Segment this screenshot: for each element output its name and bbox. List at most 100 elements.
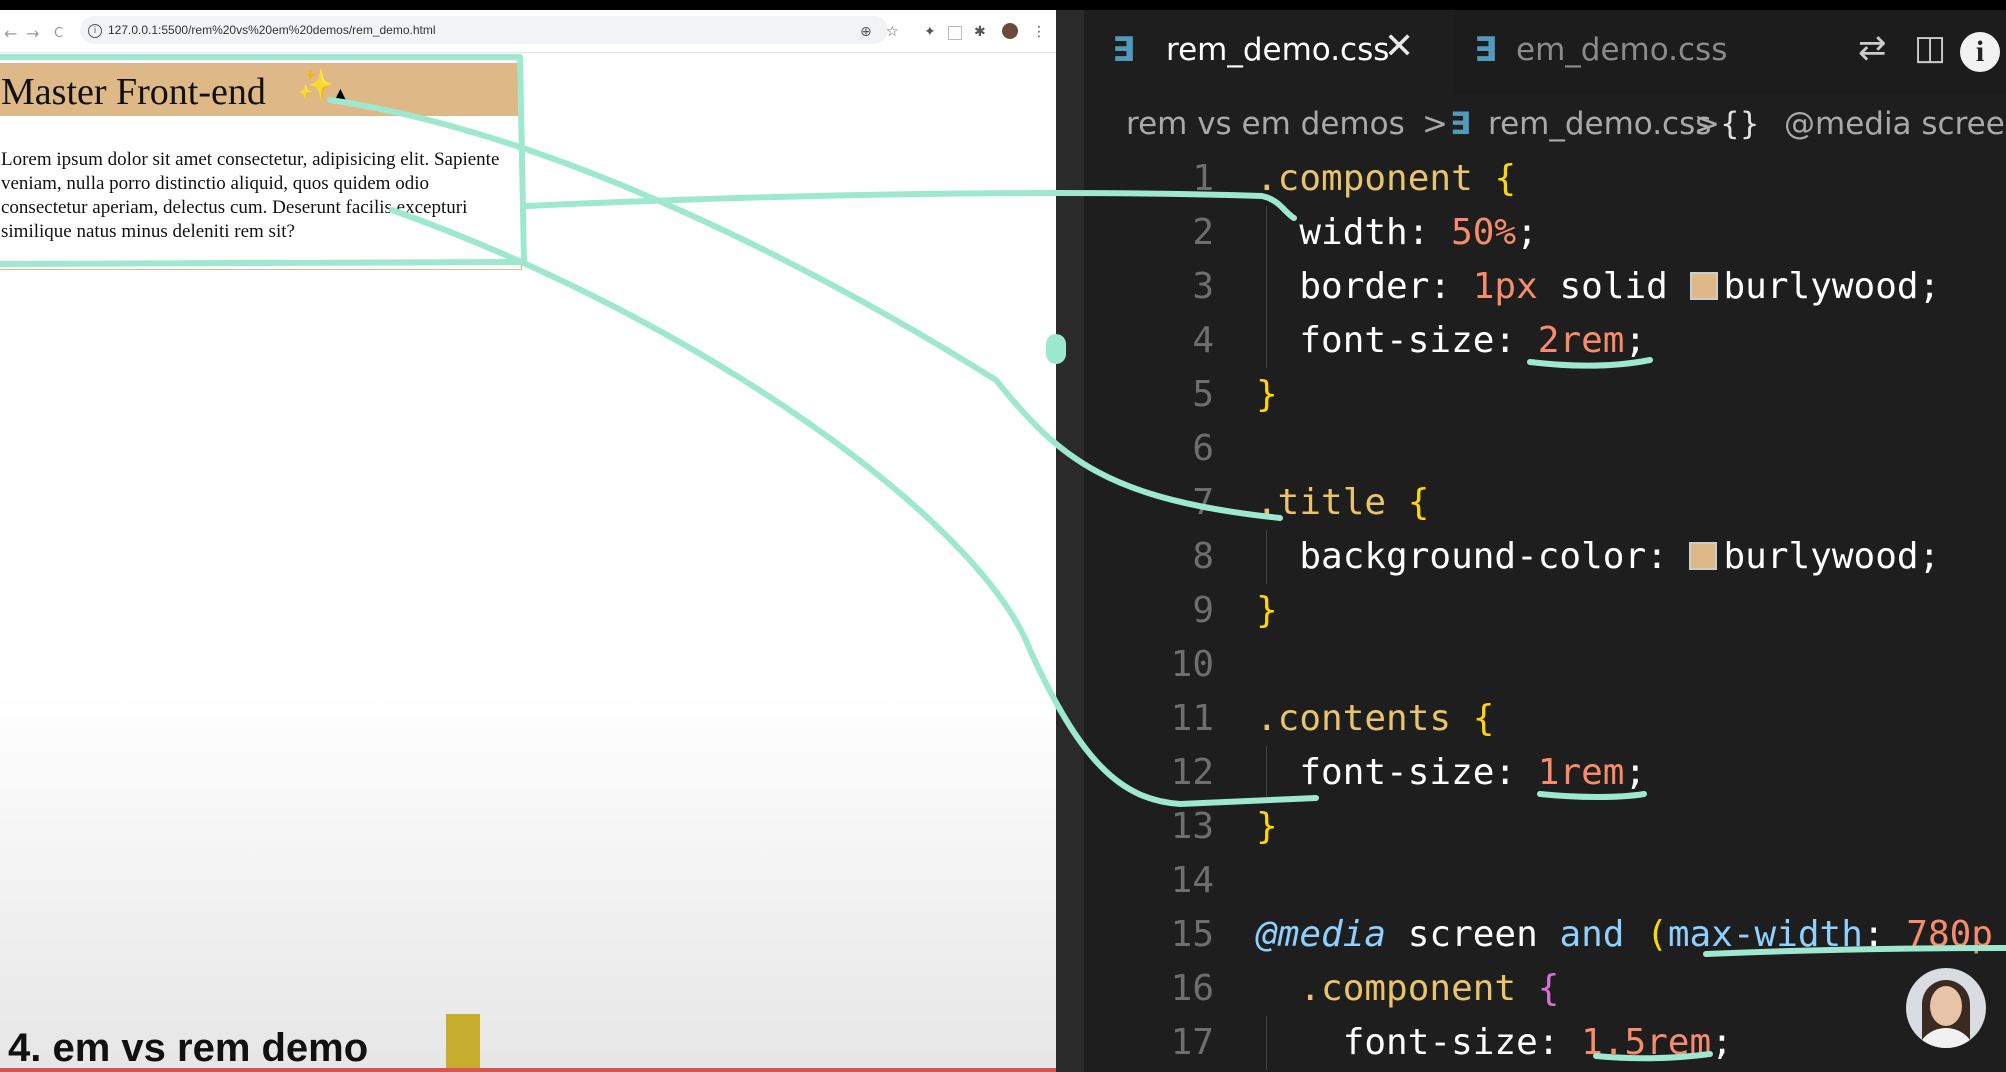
code-line[interactable]: 15 @media screen and (max-width: 780p — [1084, 908, 2006, 962]
code-text[interactable]: .component { — [1256, 962, 1559, 1016]
profile-avatar[interactable] — [1002, 23, 1018, 39]
line-number: 3 — [1192, 266, 1214, 307]
slide-caption: 4. em vs rem demo — [8, 1026, 369, 1070]
component-box: Master Front-end ✨ ▲ Lorem ipsum dolor s… — [0, 63, 522, 270]
code-line[interactable]: 5} — [1084, 368, 2006, 422]
code-text[interactable]: } — [1256, 584, 1278, 638]
info-icon[interactable]: i — [1960, 32, 2000, 72]
code-text[interactable]: .component { — [1256, 152, 1516, 206]
top-black-bar — [0, 0, 2006, 10]
line-number: 12 — [1170, 752, 1214, 793]
code-text[interactable]: font-size: 1.5rem; — [1256, 1016, 1733, 1070]
code-line[interactable]: 12 font-size: 1rem; — [1084, 746, 2006, 800]
forward-icon[interactable]: → — [26, 26, 39, 42]
line-number: 11 — [1170, 698, 1214, 739]
code-text[interactable]: .title { — [1256, 476, 1429, 530]
code-token: screen — [1386, 914, 1560, 955]
editor-tabs: ∃ rem_demo.css ✕ ∃ em_demo.css ⇄ ◫ i ⋯ — [1084, 10, 2006, 97]
caption-accent-bar — [446, 1014, 480, 1072]
code-text[interactable]: width: 50%; — [1256, 206, 1537, 260]
tab-label: em_demo.css — [1516, 32, 1728, 68]
line-number: 6 — [1192, 428, 1214, 469]
indent-guide — [1266, 746, 1267, 800]
code-token: } — [1256, 590, 1278, 631]
code-line[interactable]: 1 .component { — [1084, 152, 2006, 206]
puzzle-icon[interactable]: ✱ — [974, 24, 986, 40]
code-token: .contents — [1256, 698, 1452, 739]
code-text[interactable]: background-color: burlywood; — [1256, 530, 1940, 584]
compare-changes-icon[interactable]: ⇄ — [1858, 28, 1887, 68]
code-token: 1rem — [1537, 752, 1625, 793]
color-swatch-icon[interactable] — [1689, 272, 1718, 300]
code-line[interactable]: 16 .component { — [1084, 962, 2006, 1016]
extension-box-icon[interactable] — [948, 26, 962, 40]
code-line[interactable]: 4 font-size: 2rem; — [1084, 314, 2006, 368]
split-editor-icon[interactable]: ◫ — [1914, 28, 1946, 68]
code-token: ; — [1624, 320, 1647, 361]
zoom-icon[interactable]: ⊕ — [860, 24, 872, 40]
url-text[interactable]: 127.0.0.1:5500/rem%20vs%20em%20demos/rem… — [108, 23, 436, 37]
video-progress-bar[interactable] — [0, 1068, 1056, 1072]
code-token: { — [1407, 482, 1430, 523]
code-token: .title — [1256, 482, 1387, 523]
code-token: background-color: — [1256, 536, 1690, 577]
code-line[interactable]: 11 .contents { — [1084, 692, 2006, 746]
breadcrumb-symbol[interactable]: @media screen — [1784, 106, 2006, 142]
code-token: 780p — [1906, 914, 1993, 955]
code-line[interactable]: 8 background-color: burlywood; — [1084, 530, 2006, 584]
page-title: Master Front-end — [1, 71, 266, 113]
tab-em-demo-css[interactable]: ∃ em_demo.css — [1454, 10, 1804, 94]
code-line[interactable]: 6 — [1084, 422, 2006, 476]
presenter-webcam — [1906, 968, 1986, 1048]
indent-guide — [1266, 1016, 1267, 1070]
code-text[interactable]: @media screen and (max-width: 780p — [1256, 908, 1993, 962]
css-file-icon: ∃ — [1474, 30, 1498, 70]
code-text[interactable]: .contents { — [1256, 692, 1494, 746]
browser-menu-icon[interactable]: ⋮ — [1032, 24, 1046, 40]
code-text[interactable]: font-size: 2rem; — [1256, 314, 1646, 368]
code-text[interactable]: font-size: 1rem; — [1256, 746, 1646, 800]
indent-guide — [1266, 206, 1267, 368]
code-text[interactable]: } — [1256, 800, 1278, 854]
code-line[interactable]: 13} — [1084, 800, 2006, 854]
code-token: 50% — [1451, 212, 1517, 253]
code-token: 2rem — [1537, 320, 1625, 361]
code-text[interactable]: } — [1256, 368, 1278, 422]
presenter-face — [1930, 986, 1962, 1026]
sparkles-icon: ✨ — [297, 68, 335, 103]
code-token: and — [1559, 914, 1625, 955]
tab-rem-demo-css[interactable]: ∃ rem_demo.css ✕ — [1084, 10, 1454, 97]
bookmark-star-icon[interactable]: ☆ — [886, 24, 899, 40]
code-token: @media — [1256, 914, 1387, 955]
color-swatch-icon[interactable] — [1689, 542, 1718, 570]
code-line[interactable]: 9} — [1084, 584, 2006, 638]
site-info-icon[interactable]: i — [88, 24, 102, 38]
page-viewport: Master Front-end ✨ ▲ Lorem ipsum dolor s… — [0, 53, 1056, 1072]
back-icon[interactable]: ← — [4, 26, 17, 42]
code-text[interactable]: border: 1px solid burlywood; — [1256, 260, 1940, 314]
code-area[interactable]: 1 .component {2 width: 50%; 3 border: 1px … — [1084, 152, 2006, 1072]
close-icon[interactable]: ✕ — [1384, 26, 1414, 67]
code-line[interactable]: 2 width: 50%; — [1084, 206, 2006, 260]
eyedropper-icon[interactable]: ✦ — [924, 24, 936, 40]
line-number: 8 — [1192, 536, 1214, 577]
code-token: font-size: — [1256, 1022, 1582, 1063]
line-number: 1 — [1192, 158, 1214, 199]
line-number: 4 — [1192, 320, 1214, 361]
code-token: max-width — [1667, 914, 1863, 955]
chevron-right-icon: > — [1694, 106, 1720, 142]
breadcrumb-folder[interactable]: rem vs em demos — [1126, 106, 1405, 142]
breadcrumb-file[interactable]: rem_demo.css — [1488, 106, 1711, 142]
line-number: 16 — [1170, 968, 1214, 1009]
reload-icon[interactable]: C — [54, 26, 63, 42]
code-token: } — [1256, 806, 1278, 847]
code-line[interactable]: 17 font-size: 1.5rem; — [1084, 1016, 2006, 1070]
code-token: 1px — [1472, 266, 1538, 307]
code-line[interactable]: 14 — [1084, 854, 2006, 908]
code-line[interactable]: 3 border: 1px solid burlywood; — [1084, 260, 2006, 314]
line-number: 14 — [1170, 860, 1214, 901]
code-line[interactable]: 10 — [1084, 638, 2006, 692]
code-line[interactable]: 7 .title { — [1084, 476, 2006, 530]
